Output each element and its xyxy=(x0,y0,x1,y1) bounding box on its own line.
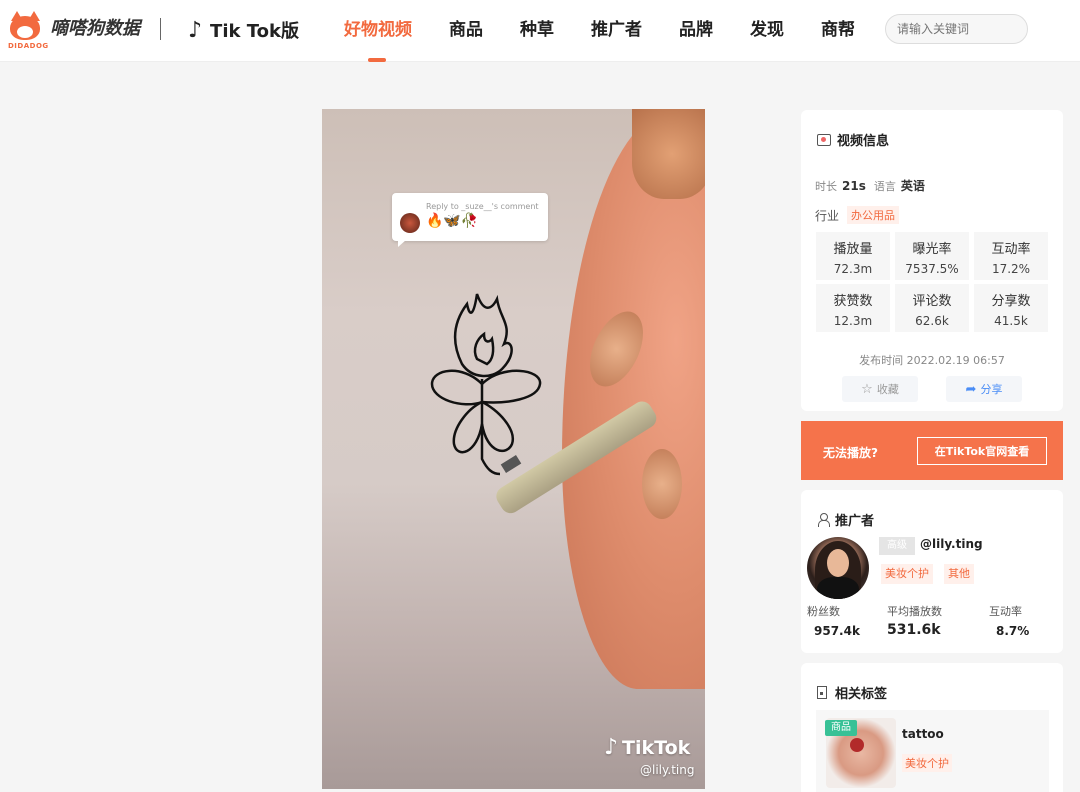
avg-plays-label: 平均播放数 xyxy=(887,605,942,618)
duration-value: 21s xyxy=(842,178,866,193)
search-input[interactable] xyxy=(885,14,1028,44)
avatar[interactable] xyxy=(807,537,869,599)
nav-item-discover[interactable]: 发现 xyxy=(750,0,784,62)
engagement-label: 互动率 xyxy=(989,605,1022,618)
nav-item-business[interactable]: 商帮 xyxy=(821,0,855,62)
nav-item-brands[interactable]: 品牌 xyxy=(679,0,713,62)
industry-tag[interactable]: 办公用品 xyxy=(847,206,900,224)
promoter-tag-beauty[interactable]: 美妆个护 xyxy=(881,564,933,584)
stat-likes: 获赞数 12.3m xyxy=(816,284,890,332)
dog-logo-icon: DIDADOG xyxy=(8,10,48,50)
tiktok-icon: ♪ xyxy=(604,735,619,760)
duration-language-row: 时长 21s 语言 英语 xyxy=(815,177,933,194)
comment-avatar xyxy=(400,213,420,233)
industry-row: 行业 办公用品 xyxy=(815,206,900,224)
followers-value: 957.4k xyxy=(814,624,860,638)
level-badge: 高级 xyxy=(879,537,915,555)
followers-label: 粉丝数 xyxy=(807,605,840,618)
duration-label: 时长 xyxy=(815,179,837,193)
product-name: tattoo xyxy=(902,727,944,741)
flame-butterfly-drawing xyxy=(430,293,542,476)
comment-emojis: 🔥🦋🥀 xyxy=(426,213,479,229)
engagement-value: 8.7% xyxy=(996,624,1030,638)
nav-item-products[interactable]: 商品 xyxy=(449,0,483,62)
platform-name: Tik Tok版 xyxy=(210,21,299,42)
stat-engagement: 互动率 17.2% xyxy=(974,232,1048,280)
person-icon xyxy=(817,513,830,527)
main-nav: 好物视频 商品 种草 推广者 品牌 发现 商帮 xyxy=(344,0,892,62)
industry-label: 行业 xyxy=(815,208,840,223)
nav-item-promoters[interactable]: 推广者 xyxy=(591,0,642,62)
stat-comments: 评论数 62.6k xyxy=(895,284,969,332)
platform-label: ♪ Tik Tok版 xyxy=(188,17,299,43)
video-handle: @lily.ting xyxy=(640,763,695,777)
tiktok-watermark: ♪ TikTok xyxy=(604,735,690,760)
logo[interactable]: DIDADOG 嘀嗒狗数据 xyxy=(8,10,140,50)
promoter-card: 推广者 高级 @lily.ting 美妆个护 其他 粉丝数 平均播放数 互动率 … xyxy=(801,490,1063,653)
avg-plays-value: 531.6k xyxy=(887,622,941,638)
comment-reply-bubble: Reply to _suze__'s comment 🔥🦋🥀 xyxy=(392,193,548,247)
product-badge: 商品 xyxy=(825,720,857,736)
related-tags-card: 相关标签 商品 tattoo 美妆个护 xyxy=(801,663,1063,792)
favorite-button[interactable]: ☆ 收藏 xyxy=(842,376,918,402)
video-icon xyxy=(817,133,831,146)
cannot-play-bar: 无法播放? 在TikTok官网查看 xyxy=(801,421,1063,480)
top-header: DIDADOG 嘀嗒狗数据 ♪ Tik Tok版 好物视频 商品 种草 推广者 … xyxy=(0,0,1080,62)
stat-shares: 分享数 41.5k xyxy=(974,284,1048,332)
stat-exposure: 曝光率 7537.5% xyxy=(895,232,969,280)
related-tags-title: 相关标签 xyxy=(817,683,887,702)
nav-item-seeding[interactable]: 种草 xyxy=(520,0,554,62)
comment-reply-text: Reply to _suze__'s comment xyxy=(426,202,539,211)
share-button[interactable]: ➦ 分享 xyxy=(946,376,1022,402)
promoter-title: 推广者 xyxy=(817,510,874,529)
watermark-text: TikTok xyxy=(622,736,691,759)
video-stats-grid: 播放量 72.3m 曝光率 7537.5% 互动率 17.2% 获赞数 12.3… xyxy=(816,232,1049,332)
related-product-item[interactable]: 商品 tattoo 美妆个护 xyxy=(816,710,1049,792)
view-on-tiktok-button[interactable]: 在TikTok官网查看 xyxy=(917,437,1047,465)
publish-time: 发布时间 2022.02.19 06:57 xyxy=(859,354,1005,367)
video-info-title-text: 视频信息 xyxy=(837,134,890,149)
bookmark-icon xyxy=(817,686,827,699)
promoter-handle[interactable]: @lily.ting xyxy=(920,537,983,551)
logo-sub: DIDADOG xyxy=(8,42,49,50)
star-icon: ☆ xyxy=(861,381,873,397)
video-info-card: 视频信息 时长 21s 语言 英语 行业 办公用品 播放量 72.3m 曝光率 … xyxy=(801,110,1063,411)
product-category-tag[interactable]: 美妆个护 xyxy=(902,754,952,772)
tiktok-icon: ♪ xyxy=(188,17,203,43)
video-info-title: 视频信息 xyxy=(817,130,889,149)
stat-plays: 播放量 72.3m xyxy=(816,232,890,280)
share-arrow-icon: ➦ xyxy=(965,381,977,397)
language-value: 英语 xyxy=(900,179,925,193)
header-divider xyxy=(160,18,161,40)
video-player[interactable]: Reply to _suze__'s comment 🔥🦋🥀 ♪ TikTok … xyxy=(322,109,705,789)
language-label: 语言 xyxy=(873,179,896,193)
promoter-tag-other[interactable]: 其他 xyxy=(944,564,974,584)
nav-item-videos[interactable]: 好物视频 xyxy=(344,0,412,62)
cannot-play-text: 无法播放? xyxy=(823,446,878,460)
brand-name: 嘀嗒狗数据 xyxy=(50,18,140,39)
